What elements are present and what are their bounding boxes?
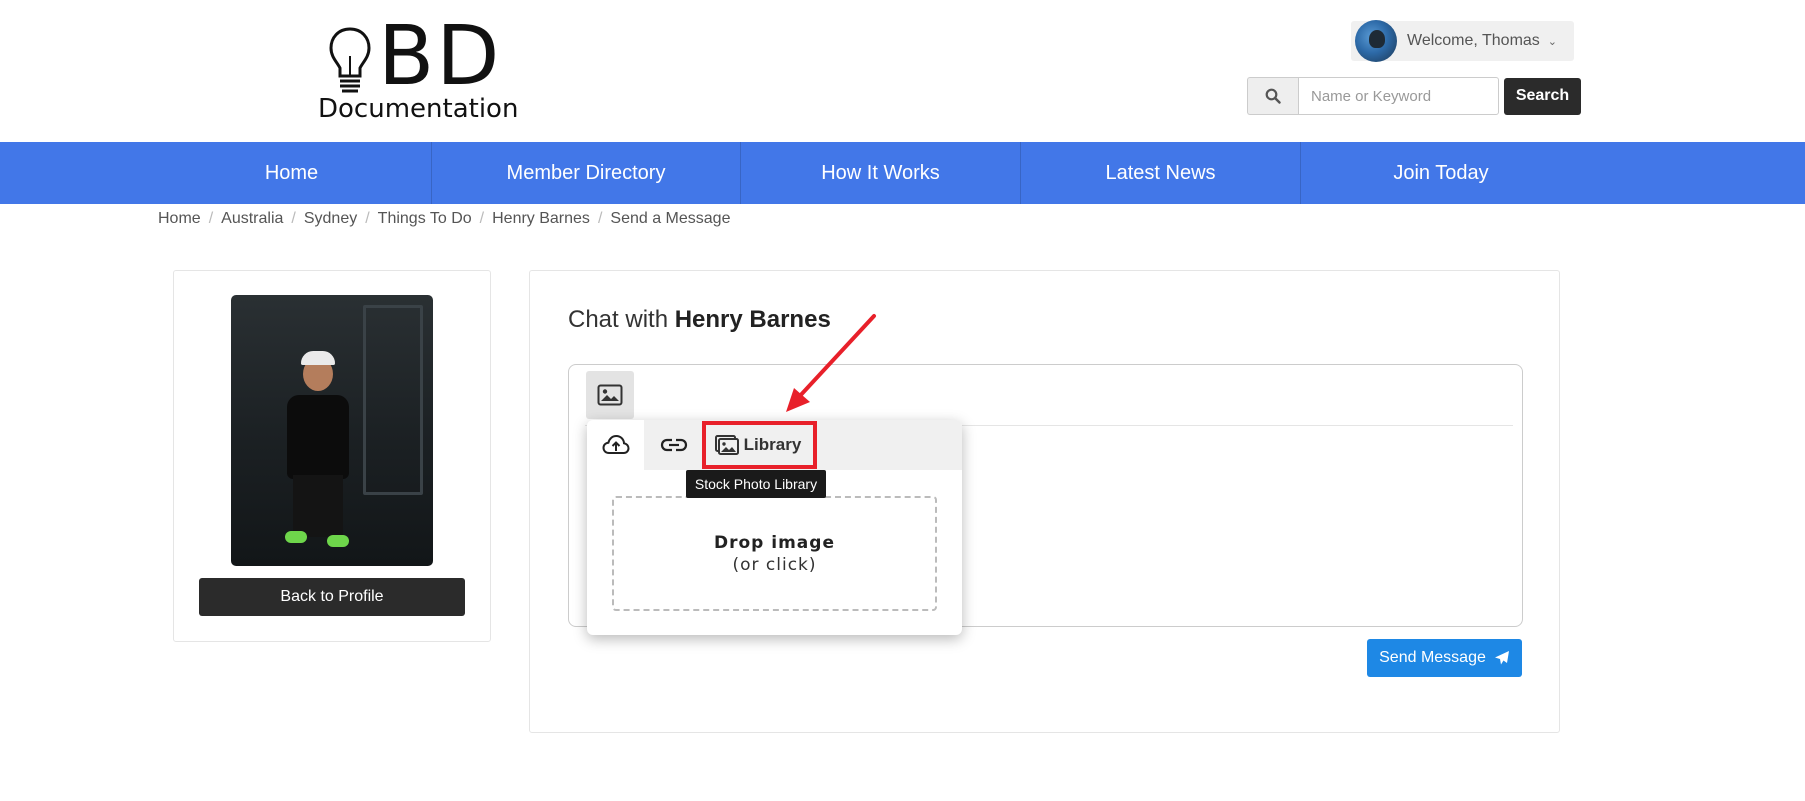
breadcrumb-separator: / xyxy=(291,210,296,227)
logo-bd-text: BD xyxy=(378,9,502,104)
breadcrumb: Home / Australia / Sydney / Things To Do… xyxy=(158,210,730,228)
drop-zone-title: Drop image xyxy=(714,532,835,553)
breadcrumb-separator: / xyxy=(597,210,603,227)
breadcrumb-things-to-do[interactable]: Things To Do xyxy=(378,210,472,228)
nav-item-member-directory[interactable]: Member Directory xyxy=(432,142,741,204)
search-input[interactable] xyxy=(1298,77,1499,115)
image-drop-zone[interactable]: Drop image (or click) xyxy=(612,496,937,611)
nav-item-how-it-works[interactable]: How It Works xyxy=(741,142,1021,204)
link-icon[interactable] xyxy=(644,420,704,470)
breadcrumb-separator: / xyxy=(365,210,370,227)
chat-contact-name: Henry Barnes xyxy=(674,306,831,333)
page-title: Chat with Henry Barnes xyxy=(568,306,831,334)
breadcrumb-separator: / xyxy=(208,210,214,227)
site-logo[interactable]: BD Documentation xyxy=(318,16,528,124)
nav-item-join-today[interactable]: Join Today xyxy=(1301,142,1581,204)
breadcrumb-home[interactable]: Home xyxy=(158,210,201,228)
send-message-button[interactable]: Send Message xyxy=(1367,639,1522,677)
cloud-upload-icon[interactable] xyxy=(587,420,644,470)
avatar xyxy=(1355,20,1397,62)
annotation-highlight-box xyxy=(702,421,817,469)
user-menu[interactable]: Welcome, Thomas ⌄ xyxy=(1351,20,1574,62)
chevron-down-icon: ⌄ xyxy=(1547,35,1558,48)
header-search: Search xyxy=(1247,77,1581,115)
nav-item-home[interactable]: Home xyxy=(152,142,432,204)
breadcrumb-australia[interactable]: Australia xyxy=(221,210,283,228)
drop-zone-subtitle: (or click) xyxy=(732,554,817,575)
breadcrumb-sydney[interactable]: Sydney xyxy=(304,210,357,228)
breadcrumb-henry-barnes[interactable]: Henry Barnes xyxy=(492,210,590,228)
breadcrumb-separator: / xyxy=(479,210,485,227)
profile-photo xyxy=(231,295,433,566)
main-nav: Home Member Directory How It Works Lates… xyxy=(0,142,1805,204)
search-button[interactable]: Search xyxy=(1504,77,1581,115)
welcome-label: Welcome, Thomas xyxy=(1407,32,1540,49)
back-to-profile-button[interactable]: Back to Profile xyxy=(199,578,465,616)
image-icon[interactable] xyxy=(586,371,634,419)
profile-card: Back to Profile xyxy=(173,270,491,642)
nav-item-latest-news[interactable]: Latest News xyxy=(1021,142,1301,204)
library-tooltip: Stock Photo Library xyxy=(686,470,826,498)
site-header: BD Documentation Welcome, Thomas ⌄ Searc… xyxy=(0,0,1805,142)
search-icon xyxy=(1247,77,1298,115)
logo-documentation-text: Documentation xyxy=(318,94,519,124)
send-message-label: Send Message xyxy=(1379,649,1486,666)
breadcrumb-current-page: Send a Message xyxy=(610,210,731,227)
lightbulb-icon xyxy=(329,27,371,93)
chat-title-prefix: Chat with xyxy=(568,306,669,333)
paper-plane-icon xyxy=(1494,651,1509,665)
